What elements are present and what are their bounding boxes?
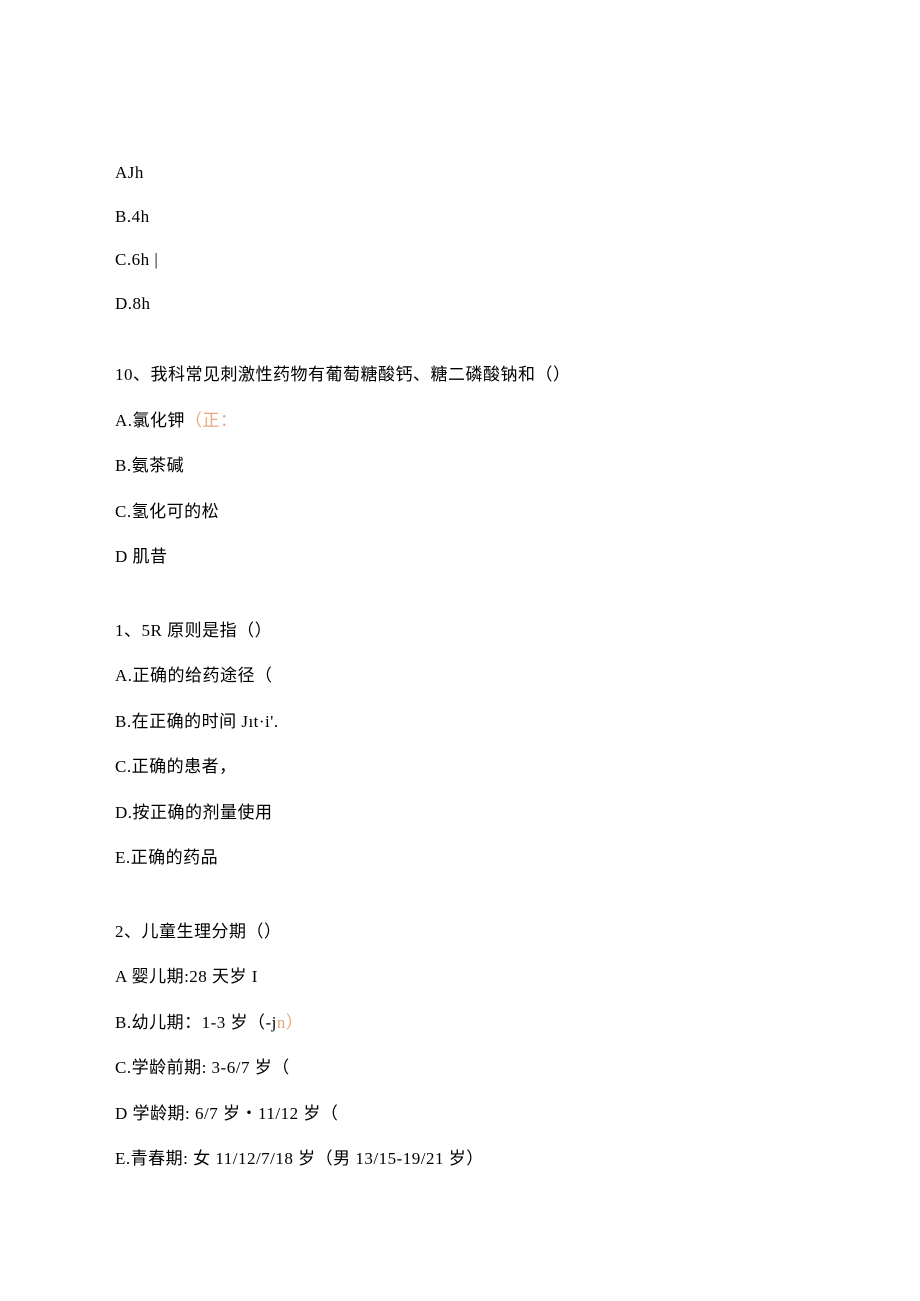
q2-stem: 2、儿童生理分期（） [115, 919, 805, 945]
q2-option-e: E.青春期: 女 11/12/7/18 岁（男 13/15-19/21 岁） [115, 1146, 805, 1172]
q9-option-c: C.6h [115, 247, 805, 273]
q2-option-c: C.学龄前期: 3-6/7 岁（ [115, 1055, 805, 1081]
q1-option-a: A.正确的给药途径（ [115, 663, 805, 689]
q9-option-d: D.8h [115, 291, 805, 317]
q2-option-a: A 婴儿期:28 天岁 I [115, 964, 805, 990]
q1-stem: 1、5R 原则是指（） [115, 618, 805, 644]
q1-option-d: D.按正确的剂量使用 [115, 800, 805, 826]
q10-option-c: C.氢化可的松 [115, 499, 805, 525]
q10-option-a-text: A.氯化钾 [115, 411, 185, 430]
q2-option-d: D 学龄期: 6/7 岁・11/12 岁（ [115, 1101, 805, 1127]
q10-option-a-annotation: （正： [185, 411, 238, 430]
q2-option-b-annotation: n） [277, 1013, 304, 1032]
q10-option-d: D 肌昔 [115, 544, 805, 570]
q10-option-b: B.氨茶碱 [115, 453, 805, 479]
q2-option-b: B.幼儿期：1-3 岁（-jn） [115, 1010, 805, 1036]
q1-option-e: E.正确的药品 [115, 845, 805, 871]
q1-option-c: C.正确的患者， [115, 754, 805, 780]
q1-option-b: B.在正确的时间 Jıt·i'. [115, 709, 805, 735]
q10-stem: 10、我科常见刺激性药物有葡萄糖酸钙、糖二磷酸钠和（） [115, 362, 805, 388]
q9-option-b: B.4h [115, 204, 805, 230]
q10-option-a: A.氯化钾（正： [115, 408, 805, 434]
q2-option-b-text: B.幼儿期：1-3 岁（-j [115, 1013, 277, 1032]
q9-option-a: AJh [115, 160, 805, 186]
